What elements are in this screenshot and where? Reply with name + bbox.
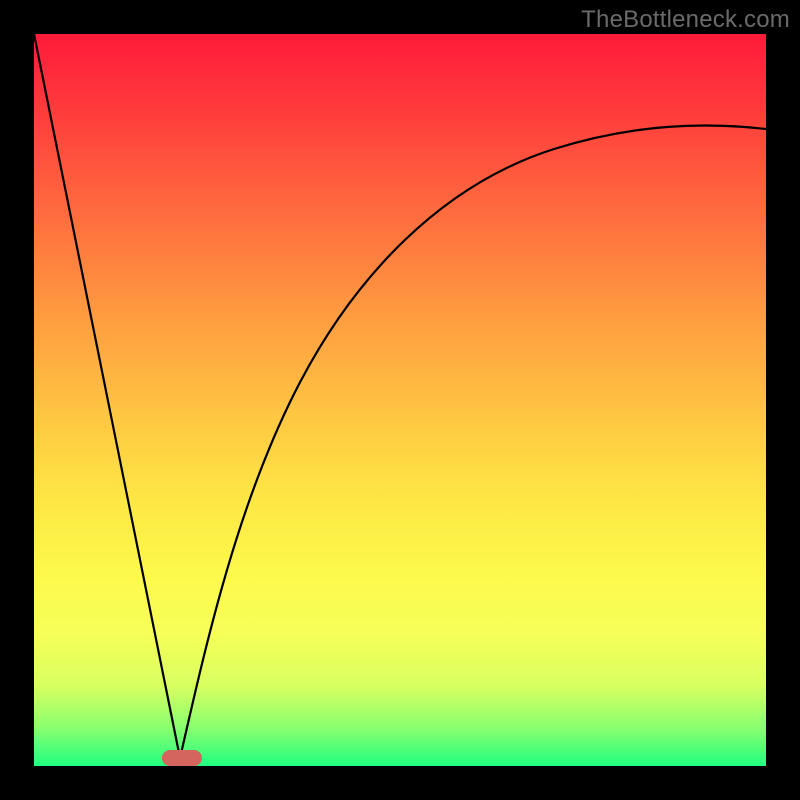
chart-frame: TheBottleneck.com: [0, 0, 800, 800]
curve-left-branch: [34, 34, 180, 758]
chart-curve-layer: [34, 34, 766, 766]
watermark-text: TheBottleneck.com: [581, 6, 790, 34]
curve-right-branch: [180, 126, 766, 758]
plot-area: [34, 34, 766, 766]
optimum-marker: [162, 750, 202, 766]
